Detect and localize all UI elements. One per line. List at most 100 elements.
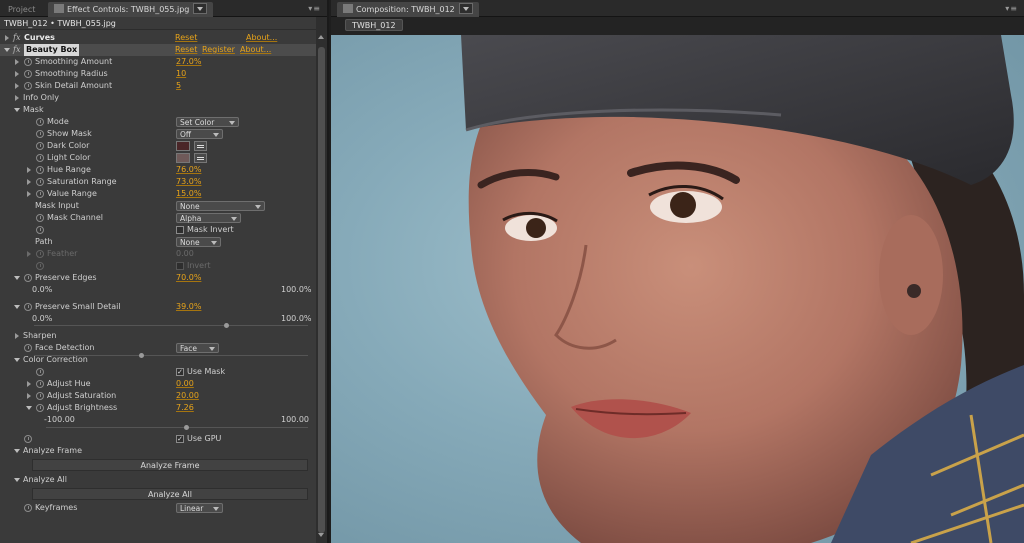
adjust-brightness-slider-handle[interactable] xyxy=(184,425,190,430)
stopwatch-icon[interactable] xyxy=(36,368,44,376)
stopwatch-icon[interactable] xyxy=(36,190,44,198)
scrollbar-thumb[interactable] xyxy=(318,47,325,533)
stopwatch-icon[interactable] xyxy=(36,178,44,186)
stopwatch-icon[interactable] xyxy=(36,118,44,126)
beauty-box-about-link[interactable]: About... xyxy=(240,44,271,56)
face-detection-select[interactable]: Face xyxy=(176,343,219,353)
fx-curves-icon[interactable]: fx xyxy=(13,32,20,44)
analyze-frame-button[interactable]: Analyze Frame xyxy=(32,459,308,471)
analyze-all-button[interactable]: Analyze All xyxy=(32,488,308,500)
collapse-preserve-small-detail-icon[interactable] xyxy=(14,305,20,309)
collapse-adjust-brightness-icon[interactable] xyxy=(26,406,32,410)
curves-reset-link[interactable]: Reset xyxy=(175,32,197,44)
expand-adjust-hue-icon[interactable] xyxy=(27,381,31,387)
preserve-small-detail-value[interactable]: 39.0% xyxy=(176,301,201,313)
expand-skin-detail-icon[interactable] xyxy=(15,83,19,89)
smoothing-radius-value[interactable]: 10 xyxy=(176,68,186,80)
hue-range-value[interactable]: 76.0% xyxy=(176,164,201,176)
expand-saturation-range-icon[interactable] xyxy=(27,179,31,185)
skin-detail-amount-label: Skin Detail Amount xyxy=(35,81,113,90)
preserve-edges-slider-track[interactable] xyxy=(34,325,308,326)
mask-channel-select[interactable]: Alpha xyxy=(176,213,241,223)
composition-dropdown-button[interactable] xyxy=(458,3,473,14)
stopwatch-icon[interactable] xyxy=(24,504,32,512)
stopwatch-icon[interactable] xyxy=(36,166,44,174)
tab-project[interactable]: Project xyxy=(2,2,41,17)
stopwatch-icon[interactable] xyxy=(36,214,44,222)
effects-scrollbar[interactable] xyxy=(316,17,327,543)
collapse-preserve-edges-icon[interactable] xyxy=(14,276,20,280)
collapse-beauty-box-icon[interactable] xyxy=(4,48,10,52)
fx-beauty-box-icon[interactable]: fx xyxy=(13,44,20,56)
portrait-image xyxy=(461,35,1024,543)
stopwatch-icon[interactable] xyxy=(24,58,32,66)
use-mask-checkbox[interactable]: ✓ xyxy=(176,368,184,376)
expand-adjust-saturation-icon[interactable] xyxy=(27,393,31,399)
stopwatch-icon[interactable] xyxy=(36,380,44,388)
effect-curves-name[interactable]: Curves xyxy=(24,32,55,44)
curves-about-link[interactable]: About... xyxy=(246,32,277,44)
group-sharpen: Sharpen xyxy=(0,330,316,342)
adjust-brightness-slider-track[interactable] xyxy=(46,427,308,428)
stopwatch-icon[interactable] xyxy=(36,142,44,150)
composition-panel-menu-icon[interactable]: ▾≡ xyxy=(1005,4,1018,13)
param-keyframes: Keyframes Linear xyxy=(0,502,316,514)
adjust-brightness-value[interactable]: 7.26 xyxy=(176,402,194,414)
path-select[interactable]: None xyxy=(176,237,221,247)
expand-curves-icon[interactable] xyxy=(5,35,9,41)
dark-color-swatch[interactable] xyxy=(176,141,190,151)
show-mask-select[interactable]: Off xyxy=(176,129,223,139)
smoothing-amount-value[interactable]: 27.0% xyxy=(176,56,201,68)
eyedropper-icon[interactable] xyxy=(194,141,207,151)
expand-sharpen-icon[interactable] xyxy=(15,333,19,339)
saturation-range-value[interactable]: 73.0% xyxy=(176,176,201,188)
mask-invert-checkbox[interactable] xyxy=(176,226,184,234)
skin-detail-amount-value[interactable]: 5 xyxy=(176,80,181,92)
stopwatch-icon[interactable] xyxy=(36,392,44,400)
beauty-box-reset-link[interactable]: Reset xyxy=(175,44,197,56)
collapse-analyze-frame-icon[interactable] xyxy=(14,449,20,453)
stopwatch-icon[interactable] xyxy=(24,82,32,90)
collapse-mask-icon[interactable] xyxy=(14,108,20,112)
collapse-analyze-all-icon[interactable] xyxy=(14,478,20,482)
stopwatch-icon[interactable] xyxy=(24,303,32,311)
expand-info-only-icon[interactable] xyxy=(15,95,19,101)
stopwatch-icon[interactable] xyxy=(24,435,32,443)
stopwatch-icon[interactable] xyxy=(36,130,44,138)
scroll-up-arrow-icon[interactable] xyxy=(318,35,324,39)
use-gpu-checkbox[interactable]: ✓ xyxy=(176,435,184,443)
expand-smoothing-radius-icon[interactable] xyxy=(15,71,19,77)
stopwatch-icon[interactable] xyxy=(24,344,32,352)
value-range-value[interactable]: 15.0% xyxy=(176,188,201,200)
adjust-hue-value[interactable]: 0.00 xyxy=(176,378,194,390)
tab-composition[interactable]: Composition: TWBH_012 xyxy=(337,2,479,17)
stopwatch-icon[interactable] xyxy=(36,404,44,412)
expand-value-range-icon[interactable] xyxy=(27,191,31,197)
stopwatch-icon[interactable] xyxy=(36,154,44,162)
beauty-box-register-link[interactable]: Register xyxy=(202,44,235,56)
earring-shape xyxy=(907,284,921,298)
stopwatch-icon[interactable] xyxy=(24,274,32,282)
param-adjust-brightness: Adjust Brightness 7.26 xyxy=(0,402,316,414)
preserve-edges-value[interactable]: 70.0% xyxy=(176,272,201,284)
panel-menu-icon[interactable]: ▾≡ xyxy=(308,4,321,13)
composition-viewer[interactable] xyxy=(331,35,1024,543)
collapse-color-correction-icon[interactable] xyxy=(14,358,20,362)
scroll-down-arrow-icon[interactable] xyxy=(318,533,324,537)
adjust-saturation-value[interactable]: 20.00 xyxy=(176,390,199,402)
light-color-swatch[interactable] xyxy=(176,153,190,163)
invert-label: Invert xyxy=(187,261,211,270)
keyframes-select[interactable]: Linear xyxy=(176,503,223,513)
mode-select[interactable]: Set Color xyxy=(176,117,239,127)
stopwatch-icon[interactable] xyxy=(36,226,44,234)
expand-hue-range-icon[interactable] xyxy=(27,167,31,173)
mask-input-select[interactable]: None xyxy=(176,201,265,211)
tab-effect-controls[interactable]: Effect Controls: TWBH_055.jpg xyxy=(48,2,214,17)
layer-dropdown-button[interactable] xyxy=(193,3,208,14)
eyedropper-icon[interactable] xyxy=(194,153,207,163)
stopwatch-icon[interactable] xyxy=(24,70,32,78)
expand-smoothing-amount-icon[interactable] xyxy=(15,59,19,65)
composition-name-chip[interactable]: TWBH_012 xyxy=(345,19,403,31)
effect-beauty-box-name[interactable]: Beauty Box xyxy=(24,44,80,56)
use-mask-label: Use Mask xyxy=(187,367,226,376)
